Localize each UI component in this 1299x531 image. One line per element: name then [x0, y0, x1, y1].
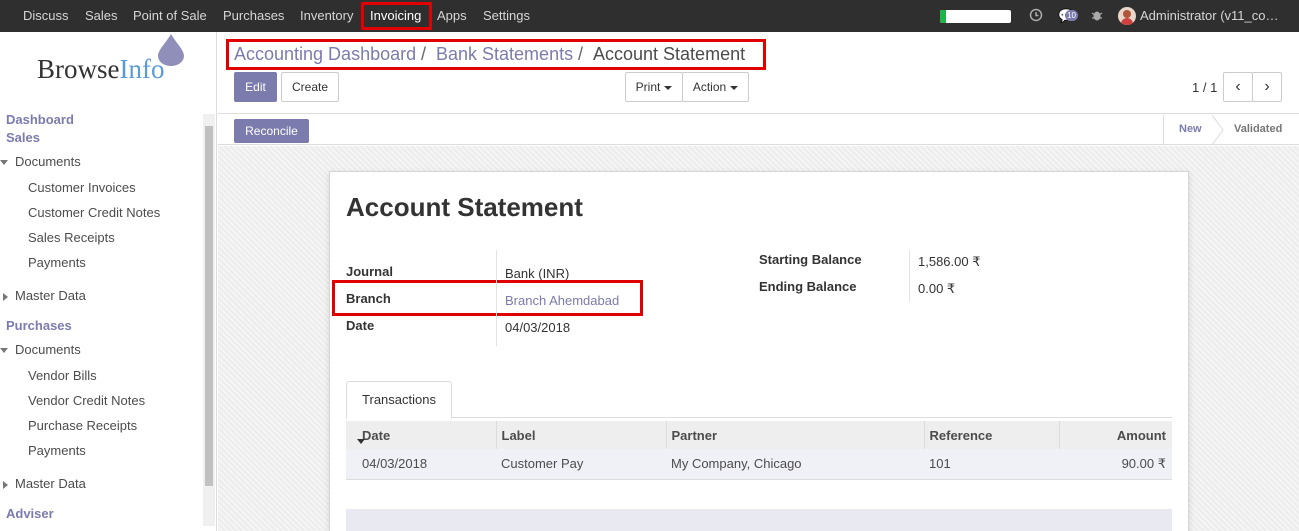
table-footer	[346, 509, 1172, 531]
menu-point-of-sale[interactable]: Point of Sale	[133, 8, 207, 23]
sort-caret-icon	[357, 439, 365, 444]
progress-fill	[940, 10, 946, 23]
menu-sales[interactable]: Sales	[85, 8, 118, 23]
cell-amount: 90.00 ₹	[1121, 455, 1166, 471]
menu-discuss[interactable]: Discuss	[23, 8, 69, 23]
clock-icon[interactable]	[1029, 8, 1043, 22]
sidebar-adviser[interactable]: Adviser	[6, 506, 54, 521]
field-divider	[496, 250, 497, 346]
sidebar-purchases-master-data[interactable]: Master Data	[3, 476, 86, 491]
tab-bar-line	[346, 417, 1172, 418]
column-header-label[interactable]: Label	[496, 421, 667, 449]
progress-bar	[940, 10, 1011, 23]
sidebar: BrowseInfo Dashboard Sales Documents Cus…	[0, 32, 217, 531]
caret-down-icon	[0, 348, 8, 354]
date-label: Date	[346, 318, 375, 333]
sidebar-sales-master-data[interactable]: Master Data	[3, 288, 86, 303]
sidebar-item-vendor-credit-notes[interactable]: Vendor Credit Notes	[28, 393, 145, 408]
status-arrow-icon	[1212, 115, 1224, 145]
logo-drop-icon	[158, 34, 184, 66]
status-new[interactable]: New	[1179, 123, 1202, 135]
caret-right-icon	[3, 480, 8, 489]
print-button[interactable]: Print	[625, 72, 683, 102]
sidebar-item-customer-invoices[interactable]: Customer Invoices	[28, 180, 136, 195]
cell-date: 04/03/2018	[362, 456, 428, 472]
scrollbar-thumb[interactable]	[205, 126, 213, 486]
menu-purchases[interactable]: Purchases	[223, 8, 284, 23]
menu-apps[interactable]: Apps	[437, 8, 467, 23]
cell-reference: 101	[929, 456, 951, 472]
sidebar-item-payments[interactable]: Payments	[28, 255, 86, 270]
edit-button[interactable]: Edit	[234, 72, 277, 102]
sidebar-item-customer-credit-notes[interactable]: Customer Credit Notes	[28, 205, 160, 220]
sidebar-item-purchase-receipts[interactable]: Purchase Receipts	[28, 418, 137, 433]
starting-balance-label: Starting Balance	[759, 252, 862, 267]
highlight-branch	[332, 280, 643, 316]
status-validated[interactable]: Validated	[1234, 123, 1282, 135]
menu-settings[interactable]: Settings	[483, 8, 530, 23]
status-bar: Reconcile New Validated	[218, 115, 1299, 145]
column-header-date[interactable]: Date	[346, 421, 497, 449]
reconcile-button[interactable]: Reconcile	[234, 119, 309, 143]
cell-label: Customer Pay	[501, 456, 584, 472]
status-divider	[1163, 115, 1164, 145]
sidebar-sales[interactable]: Sales	[6, 130, 40, 145]
pager-value: 1 / 1	[1192, 80, 1218, 95]
form-sheet: Account Statement Journal Bank (INR) Bra…	[329, 171, 1189, 531]
chat-count-badge: 10	[1065, 10, 1078, 21]
tab-transactions[interactable]: Transactions	[346, 381, 452, 419]
sheet-background: Account Statement Journal Bank (INR) Bra…	[218, 146, 1299, 531]
column-header-reference[interactable]: Reference	[924, 421, 1060, 449]
journal-value[interactable]: Bank (INR)	[505, 266, 569, 281]
action-button[interactable]: Action	[682, 72, 749, 102]
field-divider	[909, 250, 910, 302]
main-content: Accounting Dashboard / Bank Statements /…	[218, 32, 1299, 531]
transactions-table: Date Label Partner Reference Amount 04/0…	[346, 421, 1172, 480]
column-header-amount[interactable]: Amount	[1059, 421, 1172, 449]
ending-balance-value[interactable]: 0.00 ₹	[918, 281, 955, 297]
sidebar-purchases[interactable]: Purchases	[6, 318, 72, 333]
starting-balance-value[interactable]: 1,586.00 ₹	[918, 254, 981, 270]
sidebar-item-sales-receipts[interactable]: Sales Receipts	[28, 230, 115, 245]
sidebar-item-payments-purchases[interactable]: Payments	[28, 443, 86, 458]
pager-next-button[interactable]: ›	[1252, 72, 1282, 102]
menu-inventory[interactable]: Inventory	[300, 8, 353, 23]
logo: BrowseInfo	[37, 54, 165, 84]
bug-icon[interactable]	[1090, 8, 1104, 22]
caret-right-icon	[3, 292, 8, 301]
sidebar-scrollbar[interactable]	[203, 114, 215, 526]
table-header-row: Date Label Partner Reference Amount	[346, 421, 1172, 449]
table-row[interactable]: 04/03/2018 Customer Pay My Company, Chic…	[346, 449, 1172, 479]
sidebar-purchases-documents[interactable]: Documents	[0, 342, 81, 357]
ending-balance-label: Ending Balance	[759, 279, 857, 294]
create-button[interactable]: Create	[281, 72, 339, 102]
highlight-invoicing	[361, 2, 432, 30]
top-menu-bar: Discuss Sales Point of Sale Purchases In…	[0, 0, 1299, 32]
avatar[interactable]	[1118, 7, 1136, 25]
highlight-breadcrumb	[226, 39, 766, 70]
sidebar-sales-documents[interactable]: Documents	[0, 154, 81, 169]
control-panel: Accounting Dashboard / Bank Statements /…	[218, 32, 1299, 114]
caret-down-icon	[730, 85, 739, 90]
user-menu[interactable]: Administrator (v11_co…	[1140, 8, 1278, 23]
form-title: Account Statement	[346, 192, 583, 222]
caret-down-icon	[664, 85, 673, 90]
column-header-partner[interactable]: Partner	[666, 421, 925, 449]
caret-down-icon	[0, 160, 8, 166]
sidebar-item-vendor-bills[interactable]: Vendor Bills	[28, 368, 97, 383]
date-value[interactable]: 04/03/2018	[505, 320, 570, 335]
cell-partner: My Company, Chicago	[671, 456, 802, 472]
sidebar-dashboard[interactable]: Dashboard	[6, 112, 74, 127]
journal-label: Journal	[346, 264, 393, 279]
pager-previous-button[interactable]: ‹	[1223, 72, 1253, 102]
